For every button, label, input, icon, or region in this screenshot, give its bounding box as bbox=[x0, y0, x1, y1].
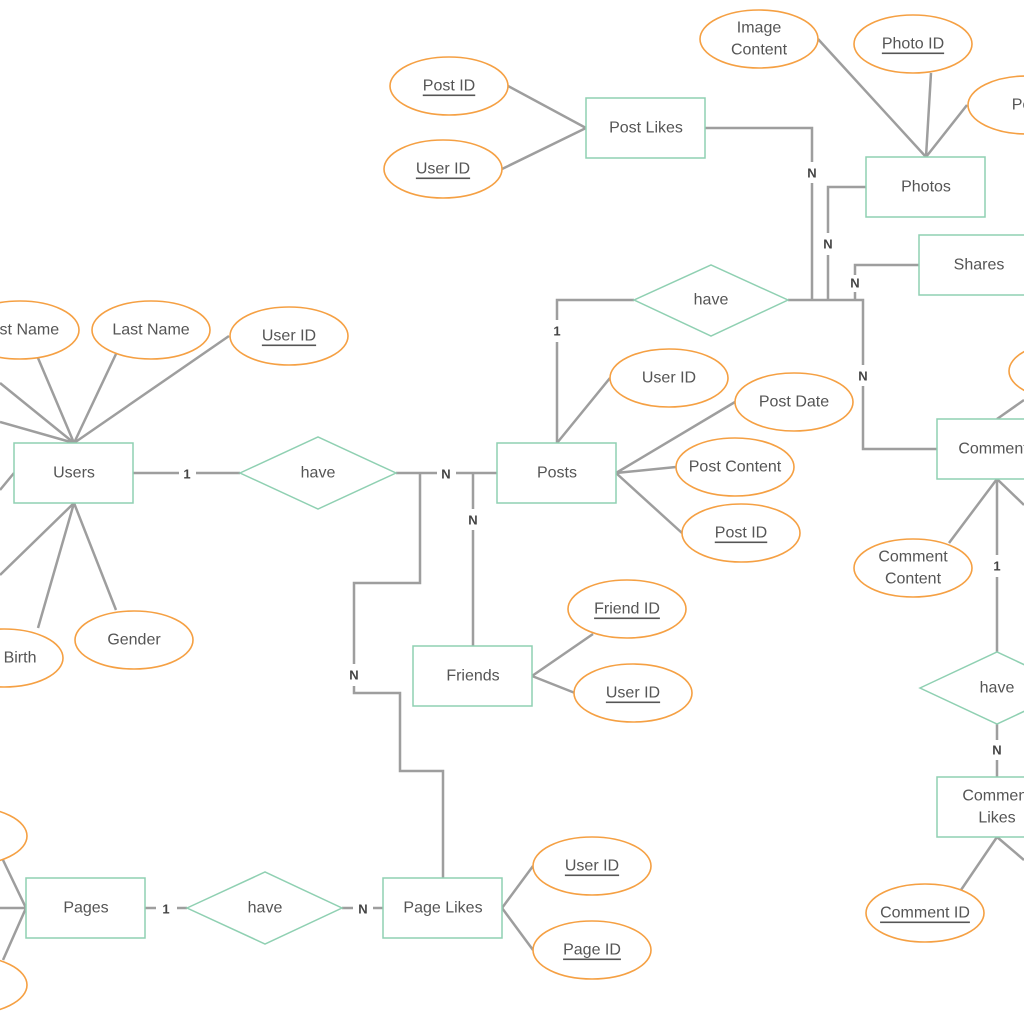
attribute-post-id[interactable]: Post ID bbox=[681, 503, 801, 563]
entity-posts[interactable]: Posts bbox=[496, 442, 617, 504]
attribute-post-date[interactable]: Post Date bbox=[734, 372, 854, 432]
attribute-label: Post ID bbox=[1012, 97, 1024, 114]
cardinality-label: N bbox=[850, 276, 859, 291]
attribute-label: Comment ID bbox=[880, 905, 970, 922]
relationship-label: have bbox=[248, 900, 283, 917]
attribute-label: Friend ID bbox=[594, 601, 660, 618]
entity-comment-likes[interactable]: Comment Likes bbox=[936, 776, 1024, 838]
entity-label: Comments bbox=[958, 441, 1024, 458]
cardinality-label: N bbox=[823, 237, 832, 252]
cardinality-label: N bbox=[992, 743, 1001, 758]
entity-post-likes[interactable]: Post Likes bbox=[585, 97, 706, 159]
attribute-postlikes-user-id[interactable]: User ID bbox=[383, 139, 503, 199]
entity-label: Likes bbox=[978, 810, 1015, 827]
attribute-label: User ID bbox=[416, 161, 470, 178]
attribute-first-name[interactable]: First Name bbox=[0, 300, 80, 360]
attribute-label: Date of Birth bbox=[0, 650, 36, 667]
attribute-last-name[interactable]: Last Name bbox=[91, 300, 211, 360]
entity-users[interactable]: Users bbox=[13, 442, 134, 504]
relationship-label: have bbox=[301, 465, 336, 482]
cardinality-label: 1 bbox=[993, 559, 1000, 574]
cardinality-label: N bbox=[807, 166, 816, 181]
entity-label: Users bbox=[53, 465, 95, 482]
attribute-label: Content bbox=[731, 42, 788, 59]
attribute-pages-bottom[interactable] bbox=[0, 956, 28, 1014]
attribute-label: Page ID bbox=[563, 942, 621, 959]
attribute-label: User ID bbox=[642, 370, 696, 387]
attribute-date-of-birth[interactable]: Date of Birth bbox=[0, 628, 64, 688]
attribute-label: Post Date bbox=[759, 394, 829, 411]
attribute-label: User ID bbox=[606, 685, 660, 702]
entity-label: Photos bbox=[901, 179, 951, 196]
attribute-postlikes-post-id[interactable]: Post ID bbox=[389, 56, 509, 116]
relationship-label: have bbox=[694, 292, 729, 309]
attribute-label: Gender bbox=[107, 632, 161, 649]
attribute-post-content[interactable]: Post Content bbox=[675, 437, 795, 497]
attribute-label: Post ID bbox=[715, 525, 767, 542]
attribute-label: Comment bbox=[878, 549, 948, 566]
entity-shares[interactable]: Shares bbox=[918, 234, 1024, 296]
entity-label: Shares bbox=[954, 257, 1005, 274]
attribute-gender[interactable]: Gender bbox=[74, 610, 194, 670]
relationship-label: have bbox=[980, 680, 1015, 697]
attribute-pagelikes-user-id[interactable]: User ID bbox=[532, 836, 652, 896]
attribute-friends-user-id[interactable]: User ID bbox=[573, 663, 693, 723]
attribute-label: Content bbox=[885, 571, 942, 588]
cardinality-label: N bbox=[858, 369, 867, 384]
entity-friends[interactable]: Friends bbox=[412, 645, 533, 707]
entity-label: Comment bbox=[962, 788, 1024, 805]
attribute-page-id[interactable]: Page ID bbox=[532, 920, 652, 980]
attribute-comment-id[interactable]: Comment ID bbox=[865, 883, 985, 943]
entity-label: Page Likes bbox=[403, 900, 482, 917]
cardinality-label: N bbox=[349, 668, 358, 683]
cardinality-label: 1 bbox=[183, 467, 190, 482]
relationship-posts-links[interactable]: have bbox=[632, 264, 790, 337]
relationship-comments-commentlikes[interactable]: have bbox=[918, 651, 1024, 725]
attribute-image-content[interactable]: Image Content bbox=[699, 9, 819, 69]
attribute-label: User ID bbox=[262, 328, 316, 345]
entity-pages[interactable]: Pages bbox=[25, 877, 146, 939]
entity-page-likes[interactable]: Page Likes bbox=[382, 877, 503, 939]
cardinality-label: N bbox=[358, 902, 367, 917]
attribute-comment-content[interactable]: Comment Content bbox=[853, 538, 973, 598]
attribute-label: Image bbox=[737, 20, 782, 37]
attribute-photo-id[interactable]: Photo ID bbox=[853, 14, 973, 74]
attribute-label: Photo ID bbox=[882, 36, 944, 53]
attribute-friend-id[interactable]: Friend ID bbox=[567, 579, 687, 639]
relationship-pages-pagelikes[interactable]: have bbox=[185, 871, 344, 945]
attribute-comment-extra[interactable] bbox=[1008, 342, 1024, 400]
cardinality-label: N bbox=[441, 467, 450, 482]
entity-label: Friends bbox=[446, 668, 499, 685]
relationship-users-posts[interactable]: have bbox=[238, 436, 398, 510]
entity-comments[interactable]: Comments bbox=[936, 418, 1024, 480]
attribute-label: First Name bbox=[0, 322, 59, 339]
attribute-pages-top[interactable] bbox=[0, 807, 28, 865]
cardinality-label: N bbox=[468, 513, 477, 528]
er-diagram: 1 N N N 1 N N N N 1 N 1 N Users Posts Po… bbox=[0, 9, 1024, 1014]
attribute-photos-post-id[interactable]: Post ID bbox=[967, 75, 1024, 135]
cardinality-label: 1 bbox=[553, 324, 560, 339]
entity-photos[interactable]: Photos bbox=[865, 156, 986, 218]
attribute-label: User ID bbox=[565, 858, 619, 875]
attribute-label: Post ID bbox=[423, 78, 475, 95]
attribute-user-id[interactable]: User ID bbox=[229, 306, 349, 366]
cardinality-labels: 1 N N N 1 N N N N 1 N 1 N bbox=[162, 166, 1001, 917]
cardinality-label: 1 bbox=[162, 902, 169, 917]
entity-label: Pages bbox=[63, 900, 108, 917]
attribute-label: Post Content bbox=[689, 459, 782, 476]
attribute-label: Last Name bbox=[112, 322, 189, 339]
attribute-posts-user-id[interactable]: User ID bbox=[609, 348, 729, 408]
entity-label: Post Likes bbox=[609, 120, 683, 137]
entity-label: Posts bbox=[537, 465, 577, 482]
